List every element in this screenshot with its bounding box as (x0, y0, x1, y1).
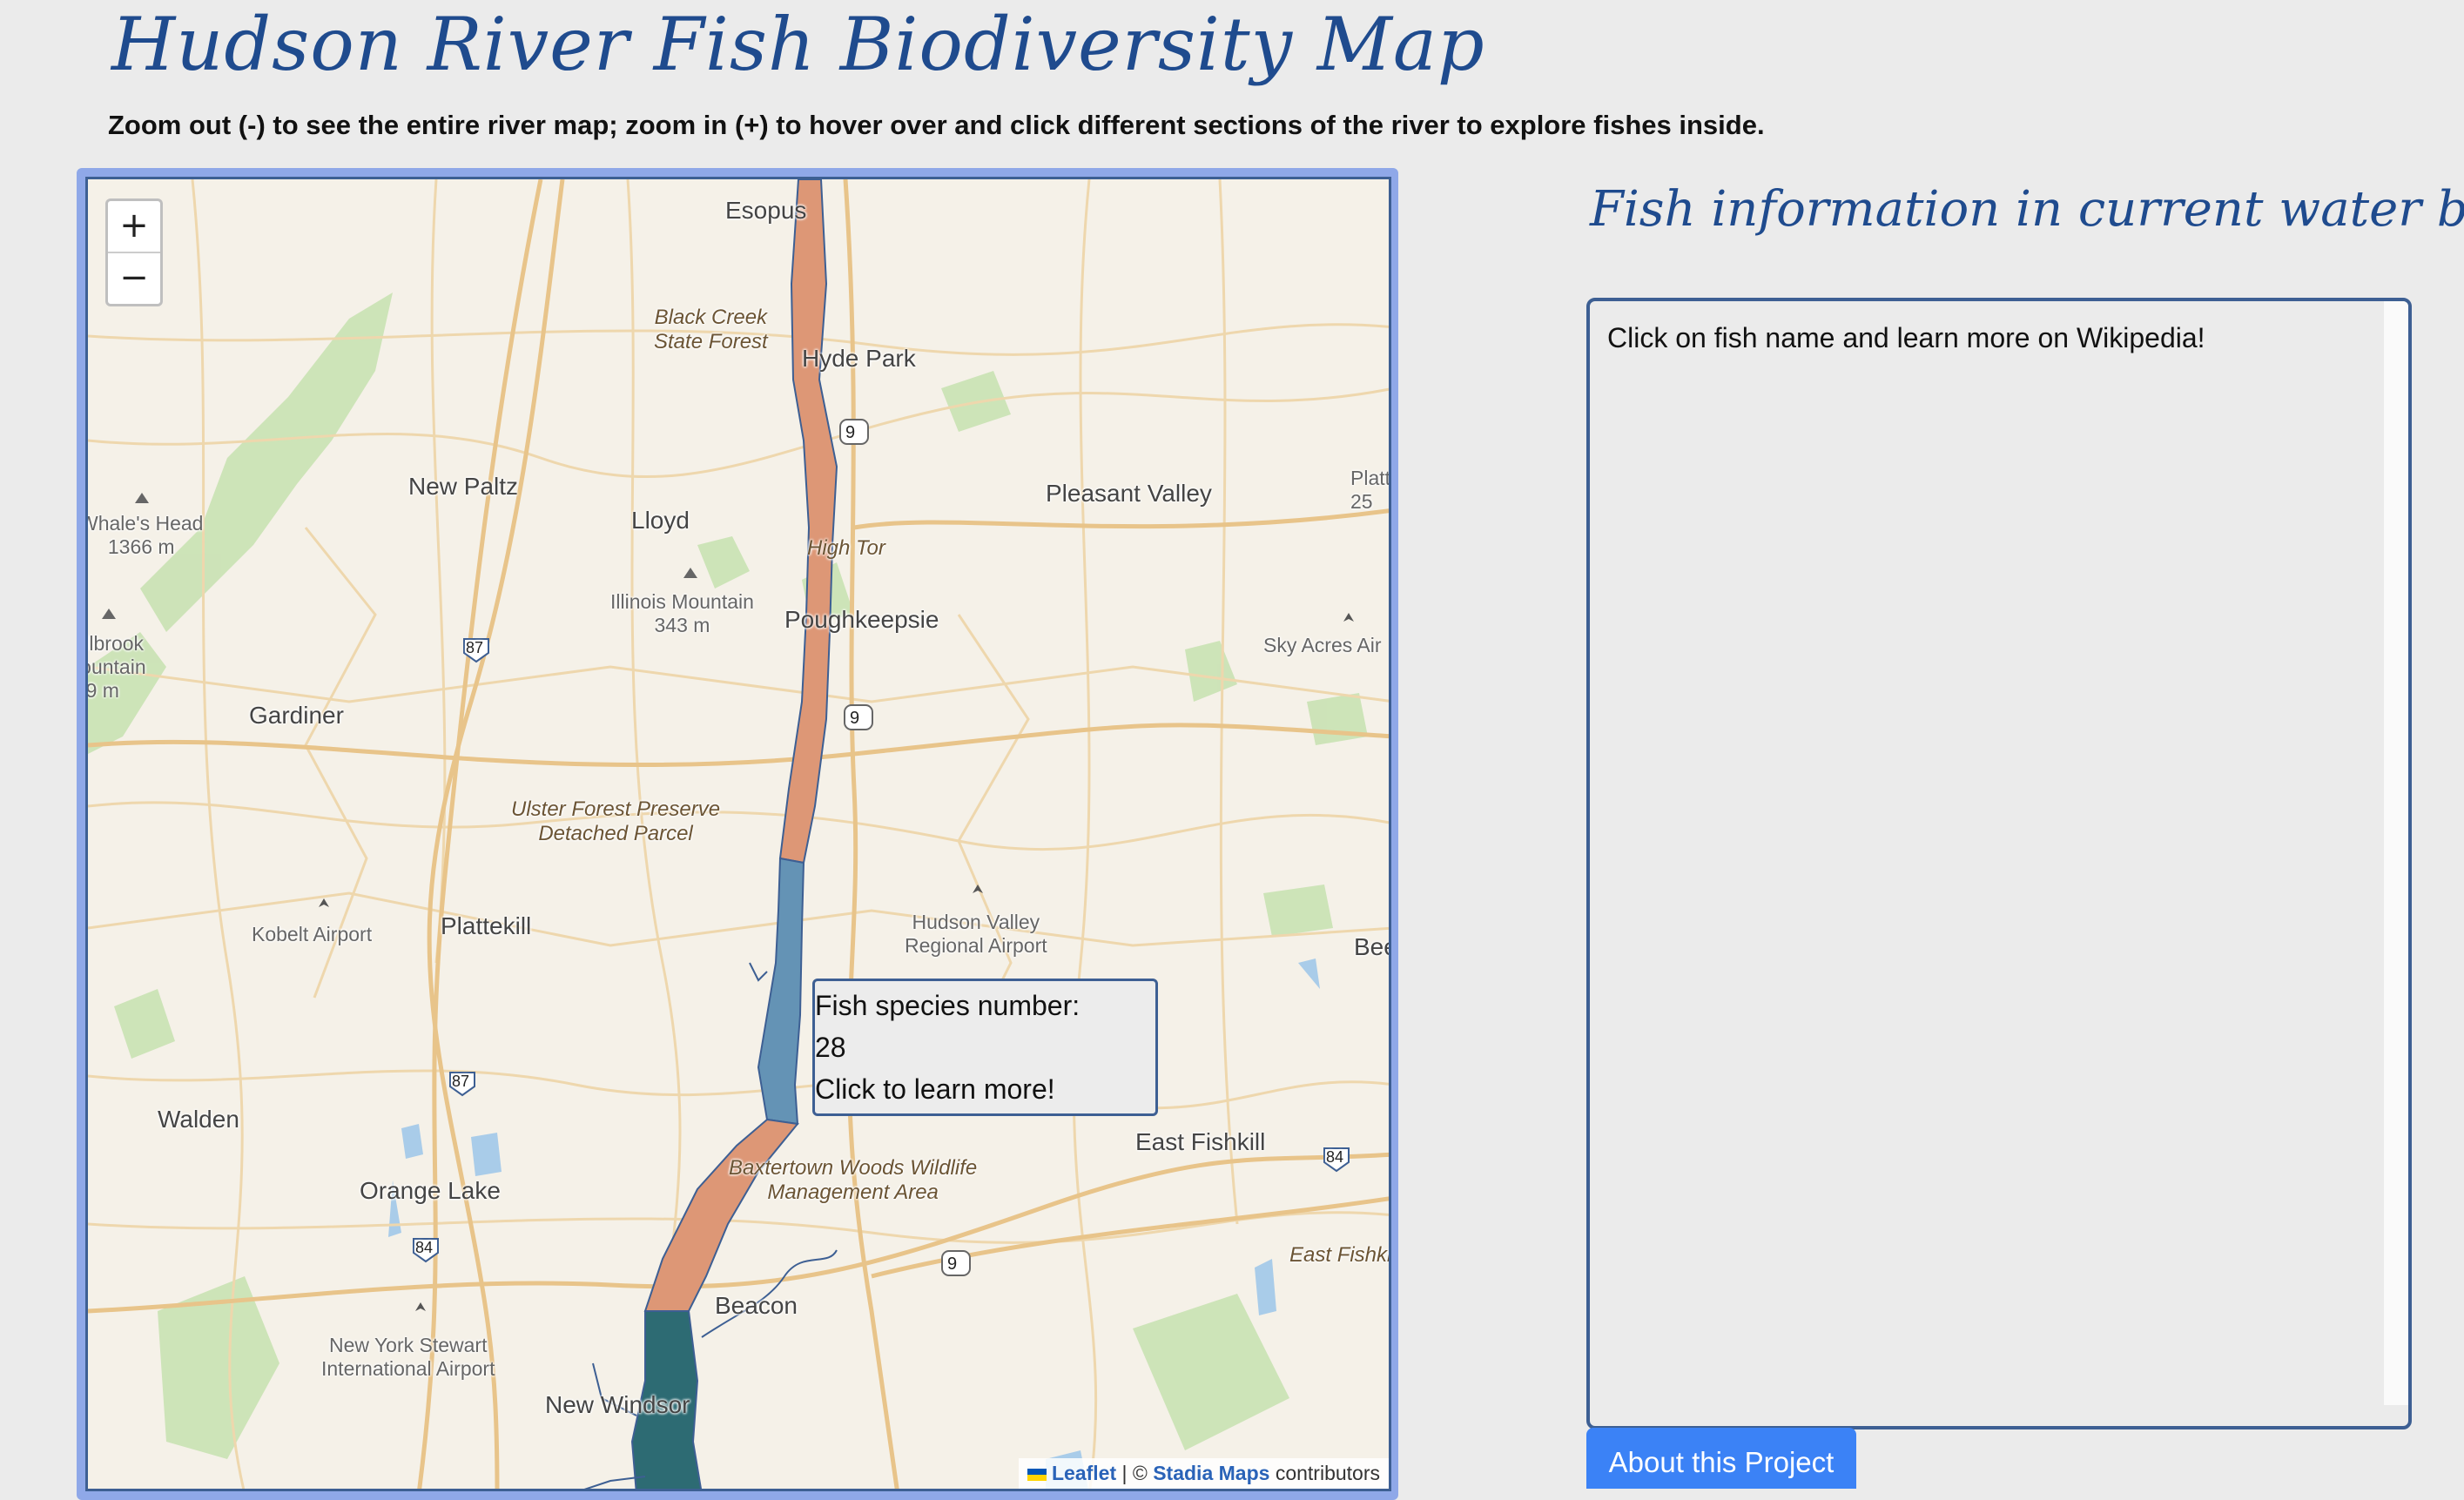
place-orange-lake: Orange Lake (360, 1177, 501, 1204)
attribution-contributors: contributors (1275, 1462, 1380, 1484)
route-shield-label: 87 (452, 1073, 470, 1090)
place-east-fishkill: East Fishkill (1135, 1128, 1266, 1155)
route-shield-label: 87 (466, 639, 484, 656)
place-high-tor: High Tor (807, 536, 885, 560)
place-pleasant-valley: Pleasant Valley (1046, 480, 1212, 507)
place-east-fishkill-area: East Fishkill (1289, 1243, 1391, 1267)
place-illinois-mountain: Illinois Mountain 343 m (610, 590, 754, 636)
place-poughkeepsie: Poughkeepsie (784, 606, 939, 633)
place-walden: Walden (158, 1106, 239, 1133)
place-esopus: Esopus (725, 197, 807, 224)
place-ny-stewart-airport: New York Stewart International Airport (321, 1334, 495, 1380)
route-shield-label: 84 (1326, 1148, 1344, 1166)
place-black-creek: Black Creek State Forest (654, 306, 768, 353)
map-instructions: Zoom out (-) to see the entire river map… (108, 110, 1765, 140)
zoom-out-button[interactable]: − (108, 253, 160, 304)
page-title: Hudson River Fish Biodiversity Map (111, 2, 1485, 87)
route-shield-label: 9 (845, 423, 856, 442)
fish-info-scrollbar[interactable] (2384, 301, 2408, 1405)
place-new-windsor: New Windsor (545, 1391, 690, 1418)
leaflet-map[interactable]: 9 9 9 87 87 84 84 Esopus Black Creek Stat… (85, 177, 1391, 1491)
place-plattekill: Plattekill (441, 912, 532, 939)
route-shield-label: 9 (850, 709, 860, 728)
about-project-button[interactable]: About this Project (1586, 1428, 1856, 1489)
tooltip-species-count: 28 (815, 1032, 846, 1063)
attribution-separator: | © (1121, 1462, 1148, 1484)
tooltip-label: Fish species number: (815, 990, 1081, 1021)
place-lloyd: Lloyd (631, 507, 690, 534)
place-whales-head: Whale's Head 1366 m (85, 512, 204, 558)
tooltip-cta: Click to learn more! (815, 1073, 1055, 1105)
river-section-tooltip: Fish species number: 28 Click to learn m… (812, 979, 1158, 1116)
fish-info-panel[interactable]: Click on fish name and learn more on Wik… (1586, 298, 2412, 1429)
zoom-in-button[interactable]: + (108, 201, 160, 253)
route-shield-label: 84 (415, 1239, 434, 1256)
place-hyde-park: Hyde Park (802, 345, 916, 372)
ukraine-flag-icon (1027, 1468, 1047, 1481)
stadia-maps-link[interactable]: Stadia Maps (1153, 1462, 1269, 1484)
place-new-paltz: New Paltz (408, 473, 519, 500)
zoom-control: + − (105, 198, 163, 306)
fish-info-hint: Click on fish name and learn more on Wik… (1607, 322, 2205, 353)
map-attribution: Leaflet | © Stadia Maps contributors (1018, 1458, 1389, 1489)
leaflet-link[interactable]: Leaflet (1052, 1462, 1116, 1484)
place-hudson-valley-airport: Hudson Valley Regional Airport (905, 911, 1047, 957)
route-shield-label: 9 (947, 1254, 958, 1274)
place-baxtertown-woods: Baxtertown Woods Wildlife Management Area (729, 1156, 978, 1204)
place-kobelt-airport: Kobelt Airport (252, 923, 373, 945)
place-beekman: Bee (1354, 933, 1389, 960)
place-millbrook: MillbrookMountain389 m (85, 632, 146, 702)
fish-info-title: Fish information in current water body (1590, 181, 2464, 238)
place-platt: Platt 25 (1350, 467, 1391, 513)
place-ulster-forest: Ulster Forest Preserve Detached Parcel (511, 797, 721, 845)
place-beacon: Beacon (715, 1292, 798, 1319)
place-sky-acres: Sky Acres Air (1263, 634, 1382, 656)
place-gardiner: Gardiner (249, 702, 344, 729)
